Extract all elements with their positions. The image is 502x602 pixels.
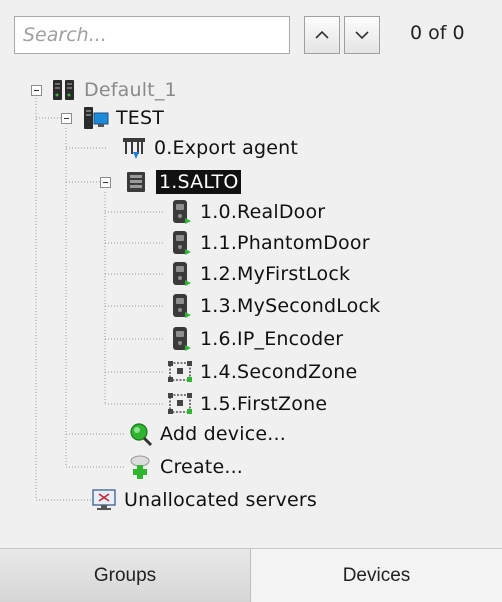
create-plus-icon (126, 453, 154, 481)
tree-node-export-agent[interactable]: 0.Export agent (120, 133, 298, 163)
panel-tabs: Groups Devices (0, 548, 502, 602)
export-agent-icon (120, 134, 148, 162)
tree-node-label: 1.0.RealDoor (200, 201, 326, 223)
tree-node-unallocated-servers[interactable]: Unallocated servers (90, 485, 317, 515)
computer-server-icon (82, 104, 110, 132)
tree-node-label: 1.1.PhantomDoor (200, 232, 370, 254)
device-tree: Default_1 TEST 0.Export agent 1.SALTO 1.… (0, 68, 502, 548)
create-label: Create... (160, 456, 244, 478)
next-match-button[interactable] (344, 16, 380, 54)
server-rack-icon (50, 76, 78, 104)
zone-icon (166, 358, 194, 386)
tree-node-label: 1.5.FirstZone (200, 393, 328, 415)
door-lock-icon (166, 260, 194, 288)
zone-icon (166, 390, 194, 418)
tree-node-test-server[interactable]: TEST (82, 103, 164, 133)
tree-node-ip-encoder[interactable]: 1.6.IP_Encoder (166, 324, 343, 354)
tree-node-phantomdoor[interactable]: 1.1.PhantomDoor (166, 228, 370, 258)
device-tree-panel: 0 of 0 (0, 0, 502, 602)
search-input[interactable] (14, 16, 290, 54)
collapse-root-toggle[interactable] (31, 85, 42, 96)
monitor-icon (90, 486, 118, 514)
door-lock-icon (166, 198, 194, 226)
magnifier-icon (126, 420, 154, 448)
tree-node-label-selected: 1.SALTO (156, 170, 242, 194)
chevron-up-icon (315, 30, 329, 39)
match-counter: 0 of 0 (410, 22, 465, 44)
tree-node-mysecondlock[interactable]: 1.3.MySecondLock (166, 291, 380, 321)
tree-node-secondzone[interactable]: 1.4.SecondZone (166, 357, 357, 387)
tab-devices[interactable]: Devices (251, 549, 502, 602)
tree-node-label: Unallocated servers (124, 489, 317, 511)
add-device-label: Add device... (160, 423, 286, 445)
tree-node-label: 1.3.MySecondLock (200, 295, 381, 317)
tree-node-default-1[interactable]: Default_1 (50, 75, 177, 105)
tree-node-myfirstlock[interactable]: 1.2.MyFirstLock (166, 259, 350, 289)
chevron-down-icon (355, 31, 369, 40)
add-device-link[interactable]: Add device... (126, 419, 286, 449)
tree-node-label: 0.Export agent (154, 137, 299, 159)
collapse-test-toggle[interactable] (61, 113, 72, 124)
tree-node-firstzone[interactable]: 1.5.FirstZone (166, 389, 327, 419)
tree-node-salto[interactable]: 1.SALTO (122, 167, 242, 197)
tree-node-realdoor[interactable]: 1.0.RealDoor (166, 197, 325, 227)
tab-groups[interactable]: Groups (0, 549, 251, 602)
tree-node-label: TEST (116, 107, 165, 129)
search-bar: 0 of 0 (14, 16, 492, 60)
door-lock-icon (166, 325, 194, 353)
collapse-salto-toggle[interactable] (100, 177, 111, 188)
previous-match-button[interactable] (304, 16, 340, 54)
tree-node-label: 1.4.SecondZone (200, 361, 358, 383)
create-link[interactable]: Create... (126, 452, 243, 482)
tree-node-label: 1.6.IP_Encoder (200, 328, 344, 350)
controller-icon (122, 168, 150, 196)
door-lock-icon (166, 229, 194, 257)
tree-node-label: 1.2.MyFirstLock (200, 263, 351, 285)
tree-node-label: Default_1 (84, 79, 177, 101)
door-lock-icon (166, 292, 194, 320)
